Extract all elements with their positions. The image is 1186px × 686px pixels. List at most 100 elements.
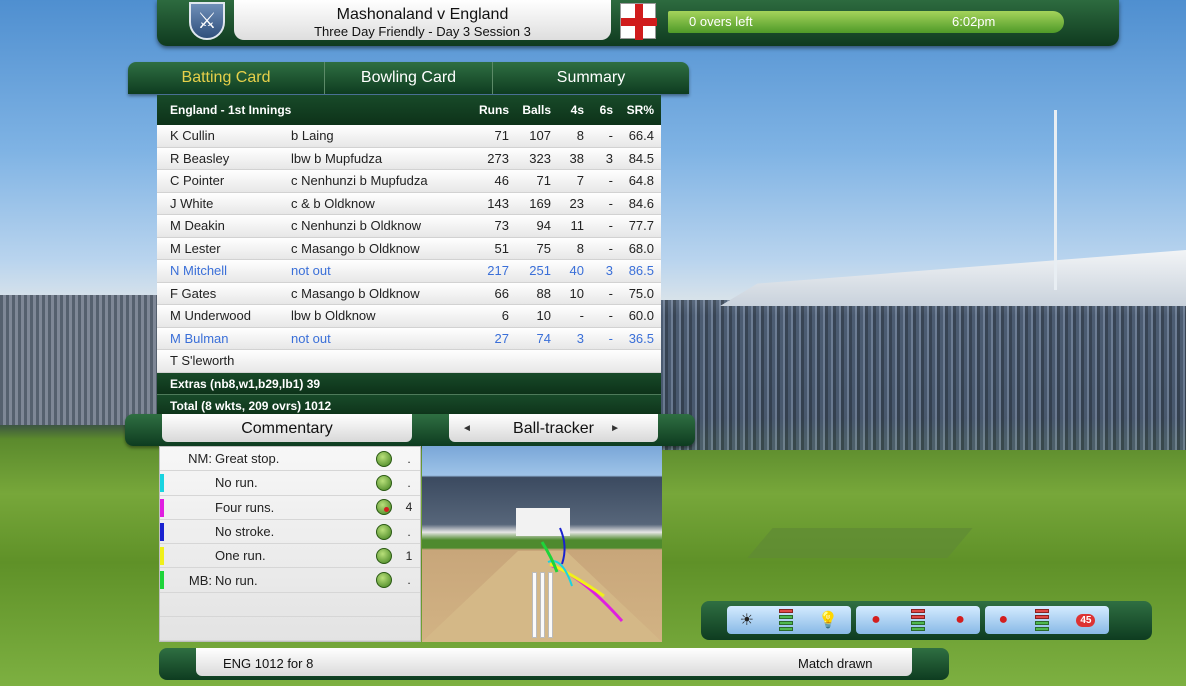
ball-meter: [1035, 609, 1050, 631]
footer-result: Match drawn: [798, 656, 873, 671]
sixes: -: [608, 240, 613, 256]
sixes: -: [608, 173, 613, 189]
dismissal: lbw b Mupfudza: [291, 150, 383, 166]
batter-name: R Beasley: [170, 150, 230, 166]
fours: 8: [576, 128, 584, 144]
batter-name: T S'leworth: [170, 353, 235, 369]
commentary-item[interactable]: NM: Great stop..: [160, 447, 420, 472]
commentary-button[interactable]: Commentary: [162, 414, 412, 442]
batting-row[interactable]: M Bulman not out 27 74 3 -36.5: [157, 327, 661, 350]
batting-row[interactable]: M Lester c Masango b Oldknow 51 75 8 -68.0: [157, 237, 661, 260]
ball-tracker-selector[interactable]: ◄ Ball-tracker ►: [449, 414, 658, 442]
ball-icon: [376, 572, 392, 589]
stadium-stand: [660, 300, 1186, 450]
sixes: -: [608, 195, 613, 211]
batter-name: M Lester: [170, 240, 221, 256]
batting-row[interactable]: M Underwood lbw b Oldknow 6 10- -60.0: [157, 305, 661, 328]
strike-rate: 68.0: [628, 240, 654, 256]
tab-batting-card[interactable]: Batting Card: [128, 62, 325, 94]
runs: 73: [494, 218, 509, 234]
ball-icon: [376, 523, 392, 540]
balls: 71: [536, 173, 551, 189]
batter-initials: NM:: [188, 451, 212, 467]
conditions-panel: ☀ 💡 ● ● ● 45: [701, 601, 1152, 640]
trajectory-color-marker: [160, 522, 164, 541]
dismissal: c & b Oldknow: [291, 195, 375, 211]
trajectory-line: [540, 541, 559, 573]
commentary-text: Great stop.: [215, 451, 280, 467]
sixes: 3: [605, 263, 613, 279]
scorecard-tabs: Batting Card Bowling Card Summary: [128, 62, 689, 94]
runs: 46: [494, 173, 509, 189]
pitch-box: ● ●: [856, 606, 980, 634]
ball-tracker-view: [422, 446, 662, 642]
commentary-item[interactable]: Four runs. 4: [160, 496, 420, 520]
batting-row[interactable]: M Deakin c Nenhunzi b Oldknow 73 94 11 -77.7: [157, 215, 661, 238]
ball-tracker-label: Ball-tracker: [513, 420, 594, 437]
commentary-item[interactable]: One run. 1: [160, 544, 420, 569]
runs-scored: .: [407, 573, 411, 588]
col-runs: Runs: [479, 103, 509, 117]
weather-meter: [779, 609, 794, 631]
batter-name: M Deakin: [170, 218, 225, 234]
batting-row[interactable]: N Mitchell not out 217 251 40 3 86.5: [157, 260, 661, 283]
prev-arrow-icon[interactable]: ◄: [462, 414, 472, 444]
col-balls: Balls: [522, 103, 551, 117]
fours: 3: [576, 330, 584, 346]
col-sixes: 6s: [599, 103, 613, 117]
strike-rate: 75.0: [628, 285, 654, 301]
batting-row[interactable]: J White c & b Oldknow 143 169 23 -84.6: [157, 192, 661, 215]
tab-bowling-card[interactable]: Bowling Card: [325, 62, 493, 94]
batting-row[interactable]: F Gates c Masango b Oldknow 66 88 10 -75.0: [157, 282, 661, 305]
strike-rate: 64.8: [628, 173, 654, 189]
game-time: 6:02pm: [952, 14, 996, 29]
balls: 251: [529, 263, 551, 279]
dismissal: c Masango b Oldknow: [291, 240, 420, 256]
strike-rate: 66.4: [628, 128, 654, 144]
batter-name: N Mitchell: [170, 263, 228, 279]
batting-row[interactable]: C Pointer c Nenhunzi b Mupfudza 46 71 7 -64.8: [157, 170, 661, 193]
fours: -: [579, 308, 584, 324]
balls: 107: [529, 128, 551, 144]
strike-rate: 36.5: [628, 330, 654, 346]
england-flag-icon: [620, 3, 657, 40]
commentary-item[interactable]: MB: No run..: [160, 568, 420, 593]
runs-scored: .: [407, 524, 411, 539]
balls: 74: [536, 330, 551, 346]
commentary-item[interactable]: No run..: [160, 471, 420, 496]
ball-icon: [376, 474, 392, 491]
batting-row[interactable]: R Beasley lbw b Mupfudza 273 323 38 3 84.5: [157, 147, 661, 170]
runs: 66: [494, 285, 509, 301]
fours: 11: [570, 218, 585, 234]
balls: 169: [529, 195, 551, 211]
batting-card-header: England - 1st Innings Runs Balls 4s 6s S…: [157, 95, 661, 125]
commentary-item[interactable]: No stroke..: [160, 520, 420, 545]
pitch-meter: [911, 609, 925, 631]
batter-name: J White: [170, 195, 214, 211]
runs: 217: [487, 263, 509, 279]
pitch-strip: [747, 528, 973, 558]
balls: 323: [529, 150, 551, 166]
footer-score: ENG 1012 for 8: [223, 656, 314, 671]
batter-name: F Gates: [170, 285, 217, 301]
dismissal: not out: [291, 330, 331, 346]
strike-rate: 84.6: [628, 195, 654, 211]
batting-row[interactable]: T S'leworth: [157, 350, 661, 373]
col-fours: 4s: [570, 103, 584, 117]
trajectory-color-marker: [160, 498, 164, 517]
next-arrow-icon[interactable]: ►: [610, 414, 620, 444]
dismissal: not out: [291, 263, 331, 279]
batter-name: K Cullin: [170, 128, 215, 144]
tab-summary[interactable]: Summary: [493, 62, 689, 94]
batting-row[interactable]: K Cullin b Laing 71 107 8 -66.4: [157, 125, 661, 148]
ball-icon: [376, 450, 392, 467]
ball-icon: [376, 547, 392, 564]
trajectory-line: [551, 564, 624, 622]
stadium-roof: [720, 250, 1186, 306]
sixes: -: [608, 308, 613, 324]
fours: 7: [576, 173, 584, 189]
trajectory-color-marker: [160, 571, 164, 590]
sixes: 3: [605, 150, 613, 166]
runs: 51: [494, 240, 509, 256]
runs-scored: .: [407, 451, 411, 466]
